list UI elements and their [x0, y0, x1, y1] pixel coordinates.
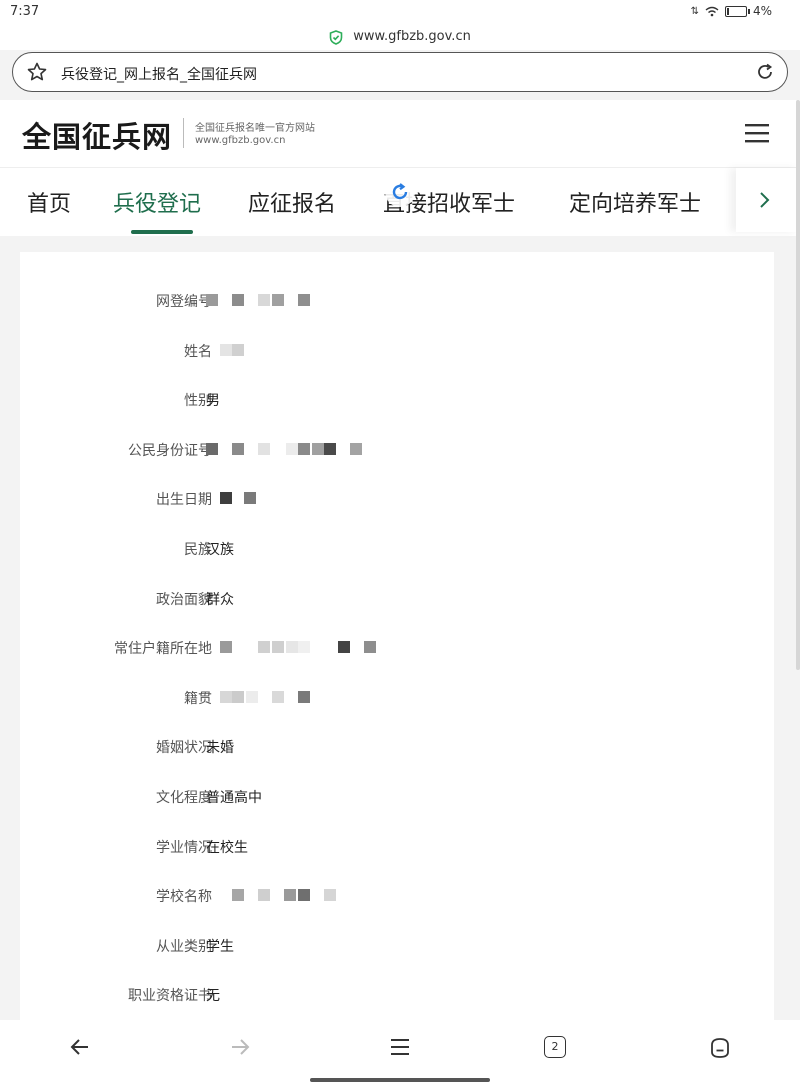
info-label: 公民身份证号	[128, 442, 212, 459]
site-logo[interactable]: 全国征兵网	[22, 114, 172, 156]
info-value: 无	[206, 988, 220, 1005]
info-row: 常住户籍所在地	[20, 632, 774, 662]
page-scrollbar[interactable]	[796, 100, 800, 670]
info-row: 婚姻状况 未婚	[20, 731, 774, 761]
info-label: 政治面貌	[156, 591, 212, 608]
info-row: 学业情况 在校生	[20, 831, 774, 861]
status-icons: ⇅ 4%	[691, 4, 772, 18]
info-value: 普通高中	[206, 790, 262, 806]
info-label: 常住户籍所在地	[114, 641, 212, 658]
data-arrows-icon: ⇅	[690, 5, 699, 17]
nav-tab-enlistment[interactable]: 应征报名	[248, 186, 336, 218]
nav-tab-registration[interactable]: 兵役登记	[113, 186, 201, 218]
gesture-home-bar[interactable]	[310, 1078, 490, 1082]
info-label: 籍贯	[184, 690, 212, 707]
arrow-right-icon	[232, 1039, 250, 1055]
arrow-left-icon	[70, 1039, 88, 1055]
site-header: 全国征兵网 全国征兵报名唯一官方网站 www.gfbzb.gov.cn	[0, 100, 800, 168]
nav-tab-directed-training[interactable]: 定向培养军士	[569, 186, 701, 218]
menu-button[interactable]	[384, 1036, 416, 1064]
status-time: 7:37	[10, 4, 40, 19]
site-host-line: www.gfbzb.gov.cn	[0, 24, 800, 50]
info-label: 学业情况	[156, 839, 212, 856]
back-button[interactable]	[64, 1036, 96, 1064]
host-text: www.gfbzb.gov.cn	[353, 29, 471, 44]
home-button[interactable]	[704, 1036, 736, 1064]
info-label: 学校名称	[156, 889, 212, 906]
info-label: 职业资格证书	[128, 988, 212, 1005]
nav-next-button[interactable]	[736, 168, 800, 232]
logo-divider	[183, 118, 184, 148]
info-row: 民族 汉族	[20, 533, 774, 563]
tab-count: 2	[544, 1036, 566, 1058]
info-value: 群众	[206, 591, 234, 608]
info-row: 性别男	[20, 384, 774, 414]
loading-spinner-icon	[385, 177, 415, 207]
hamburger-menu-icon[interactable]	[744, 122, 770, 144]
list-menu-icon	[391, 1039, 409, 1055]
info-row: 网登编号	[20, 285, 774, 315]
address-bar[interactable]: 兵役登记_网上报名_全国征兵网	[12, 52, 788, 92]
reload-icon[interactable]	[755, 62, 775, 82]
site-url: www.gfbzb.gov.cn	[195, 135, 286, 146]
active-tab-indicator	[131, 230, 193, 234]
forward-button[interactable]	[224, 1036, 256, 1064]
info-row: 公民身份证号	[20, 434, 774, 464]
tabs-button[interactable]: 2	[544, 1036, 566, 1064]
browser-toolbar: 2	[0, 1020, 800, 1088]
page-title-in-address: 兵役登记_网上报名_全国征兵网	[61, 67, 257, 83]
nav-tab-home[interactable]: 首页	[27, 186, 71, 218]
info-label: 婚姻状况	[156, 740, 212, 757]
info-row: 出生日期	[20, 483, 774, 513]
info-label: 网登编号	[156, 294, 212, 310]
info-row: 姓名	[20, 335, 774, 365]
info-label: 文化程度	[156, 790, 212, 806]
registration-info-card: 网登编号姓名性别男公民身份证号出生日期民族 汉族政治面貌 群众常住户籍所在地籍贯婚姻…	[20, 252, 774, 1032]
bookmark-star-icon[interactable]	[26, 61, 48, 83]
info-label: 从业类别	[156, 938, 212, 955]
info-value: 在校生	[206, 839, 248, 856]
info-label: 出生日期	[156, 492, 212, 509]
info-value: 学生	[206, 938, 234, 955]
secure-shield-icon	[329, 29, 343, 45]
chevron-right-icon	[760, 192, 770, 208]
info-row: 职业资格证书无	[20, 979, 774, 1009]
info-row: 学校名称	[20, 880, 774, 910]
info-row: 文化程度 普通高中	[20, 781, 774, 811]
info-value: 汉族	[206, 542, 234, 558]
battery-icon	[724, 5, 750, 17]
info-row: 从业类别 学生	[20, 930, 774, 960]
wifi-icon	[705, 6, 719, 16]
home-face-icon	[711, 1038, 729, 1058]
info-value: 男	[206, 393, 220, 410]
info-label: 姓名	[184, 343, 212, 360]
info-value: 未婚	[206, 740, 234, 757]
info-row: 籍贯	[20, 682, 774, 712]
info-row: 政治面貌 群众	[20, 583, 774, 613]
site-tagline: 全国征兵报名唯一官方网站	[195, 123, 315, 134]
battery-text: 4%	[752, 4, 772, 18]
status-bar: 7:37 ⇅ 4%	[0, 0, 800, 24]
